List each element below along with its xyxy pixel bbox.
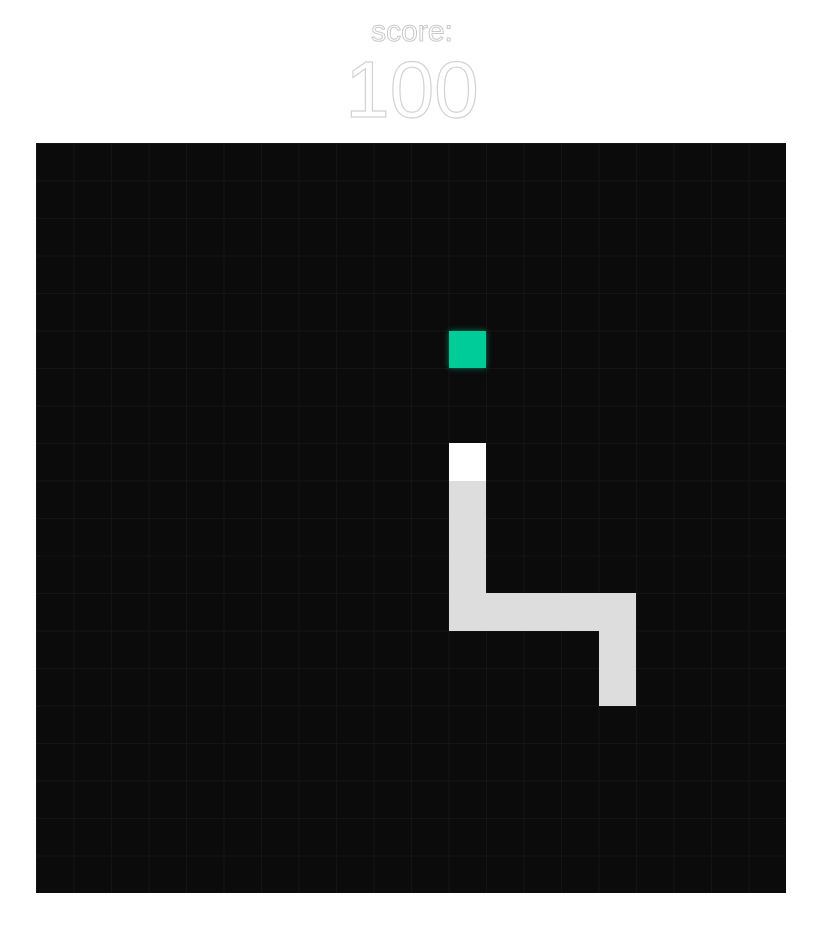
snake-segment — [598, 668, 636, 706]
game-board[interactable] — [36, 143, 786, 893]
snake-segment — [598, 630, 636, 668]
snake-segment — [448, 555, 486, 593]
snake-segment — [448, 480, 486, 518]
snake-segment — [448, 518, 486, 556]
snake-segment — [598, 593, 636, 631]
snake-segment — [561, 593, 599, 631]
snake-segment — [523, 593, 561, 631]
snake-head — [448, 443, 486, 481]
snake-segment — [448, 593, 486, 631]
score-display: score: 100 — [0, 0, 824, 140]
food-pellet — [448, 330, 486, 368]
snake-segment — [486, 593, 524, 631]
score-value: 100 — [345, 45, 480, 134]
